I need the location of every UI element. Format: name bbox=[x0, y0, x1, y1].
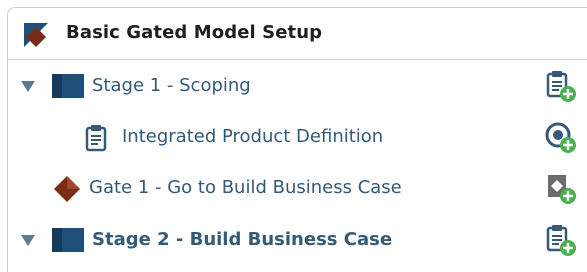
add-clipboard-icon[interactable] bbox=[543, 223, 577, 257]
add-clipboard-icon[interactable] bbox=[543, 69, 577, 103]
add-circle-icon[interactable] bbox=[543, 120, 577, 154]
gated-model-panel: Basic Gated Model Setup Stage 1 - Scopin… bbox=[7, 7, 587, 272]
tree-row-stage-1[interactable]: Stage 1 - Scoping bbox=[8, 62, 587, 112]
tree-row-gate-1[interactable]: Gate 1 - Go to Build Business Case bbox=[8, 164, 587, 214]
gate-diamond-icon bbox=[54, 176, 80, 202]
add-gate-icon[interactable] bbox=[543, 171, 577, 205]
page-title: Basic Gated Model Setup bbox=[66, 22, 323, 43]
clipboard-icon bbox=[85, 125, 107, 152]
tree-row-deliverable[interactable]: Integrated Product Definition bbox=[8, 113, 587, 163]
tree-row-label: Stage 1 - Scoping bbox=[92, 75, 251, 96]
tree-row-label: Integrated Product Definition bbox=[122, 126, 384, 147]
stage-icon bbox=[52, 74, 84, 98]
chevron-down-icon[interactable] bbox=[21, 235, 35, 247]
stage-icon bbox=[52, 228, 84, 252]
chevron-down-icon[interactable] bbox=[21, 81, 35, 93]
panel-header: Basic Gated Model Setup bbox=[8, 8, 587, 60]
diamond-gate-icon bbox=[24, 23, 48, 47]
tree-row-label: Gate 1 - Go to Build Business Case bbox=[89, 177, 402, 198]
tree-row-label: Stage 2 - Build Business Case bbox=[92, 229, 393, 250]
tree-row-stage-2[interactable]: Stage 2 - Build Business Case bbox=[8, 216, 587, 266]
